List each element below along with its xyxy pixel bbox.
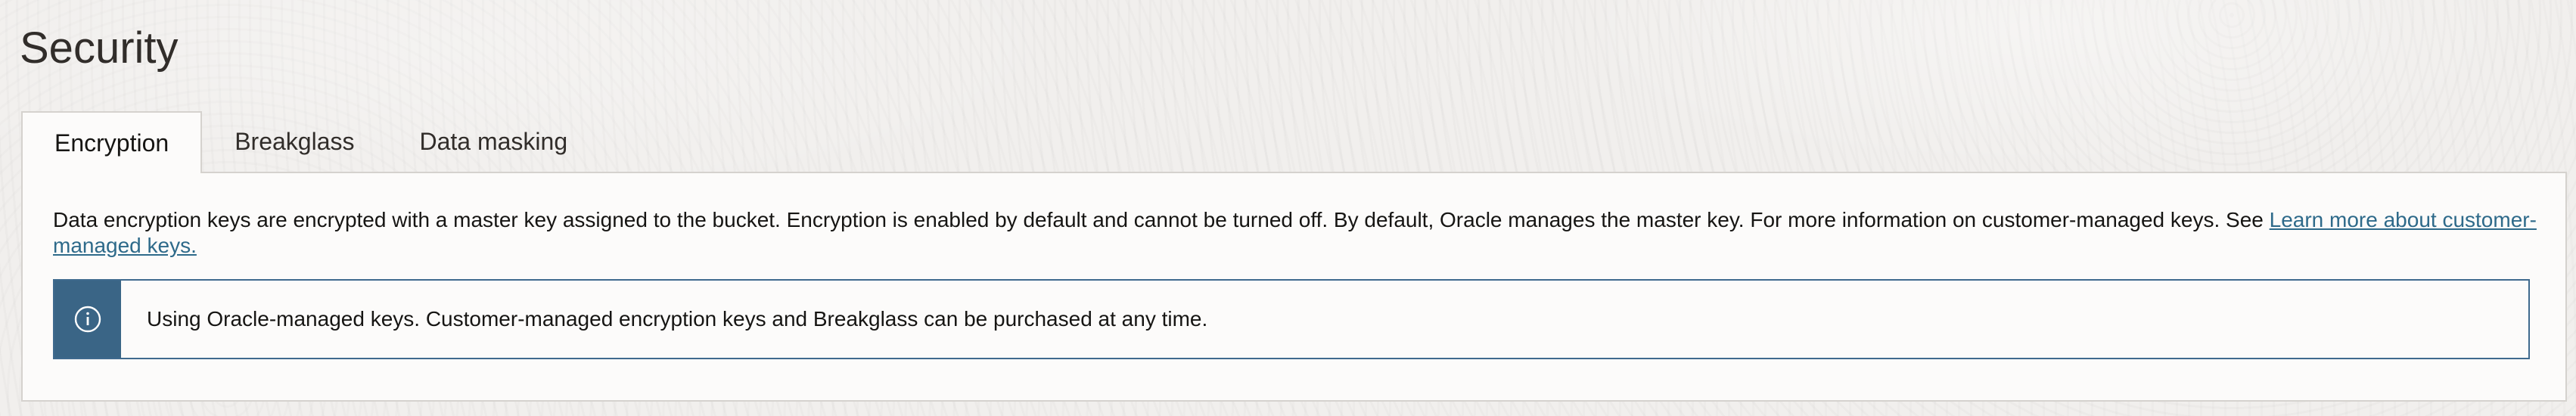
tab-breakglass[interactable]: Breakglass [202, 111, 387, 172]
encryption-description: Data encryption keys are encrypted with … [53, 207, 2550, 259]
info-message: Using Oracle-managed keys. Customer-mana… [147, 307, 1208, 331]
encryption-panel: Data encryption keys are encrypted with … [21, 172, 2567, 402]
tab-bar: Encryption Breakglass Data masking [21, 111, 600, 173]
page-title: Security [20, 23, 179, 73]
info-circle-icon [74, 306, 101, 333]
tab-data-masking[interactable]: Data masking [387, 111, 600, 172]
info-strip [54, 281, 121, 358]
info-message-box: Using Oracle-managed keys. Customer-mana… [53, 279, 2530, 359]
encryption-description-text: Data encryption keys are encrypted with … [53, 208, 2270, 231]
tab-encryption[interactable]: Encryption [21, 111, 203, 173]
